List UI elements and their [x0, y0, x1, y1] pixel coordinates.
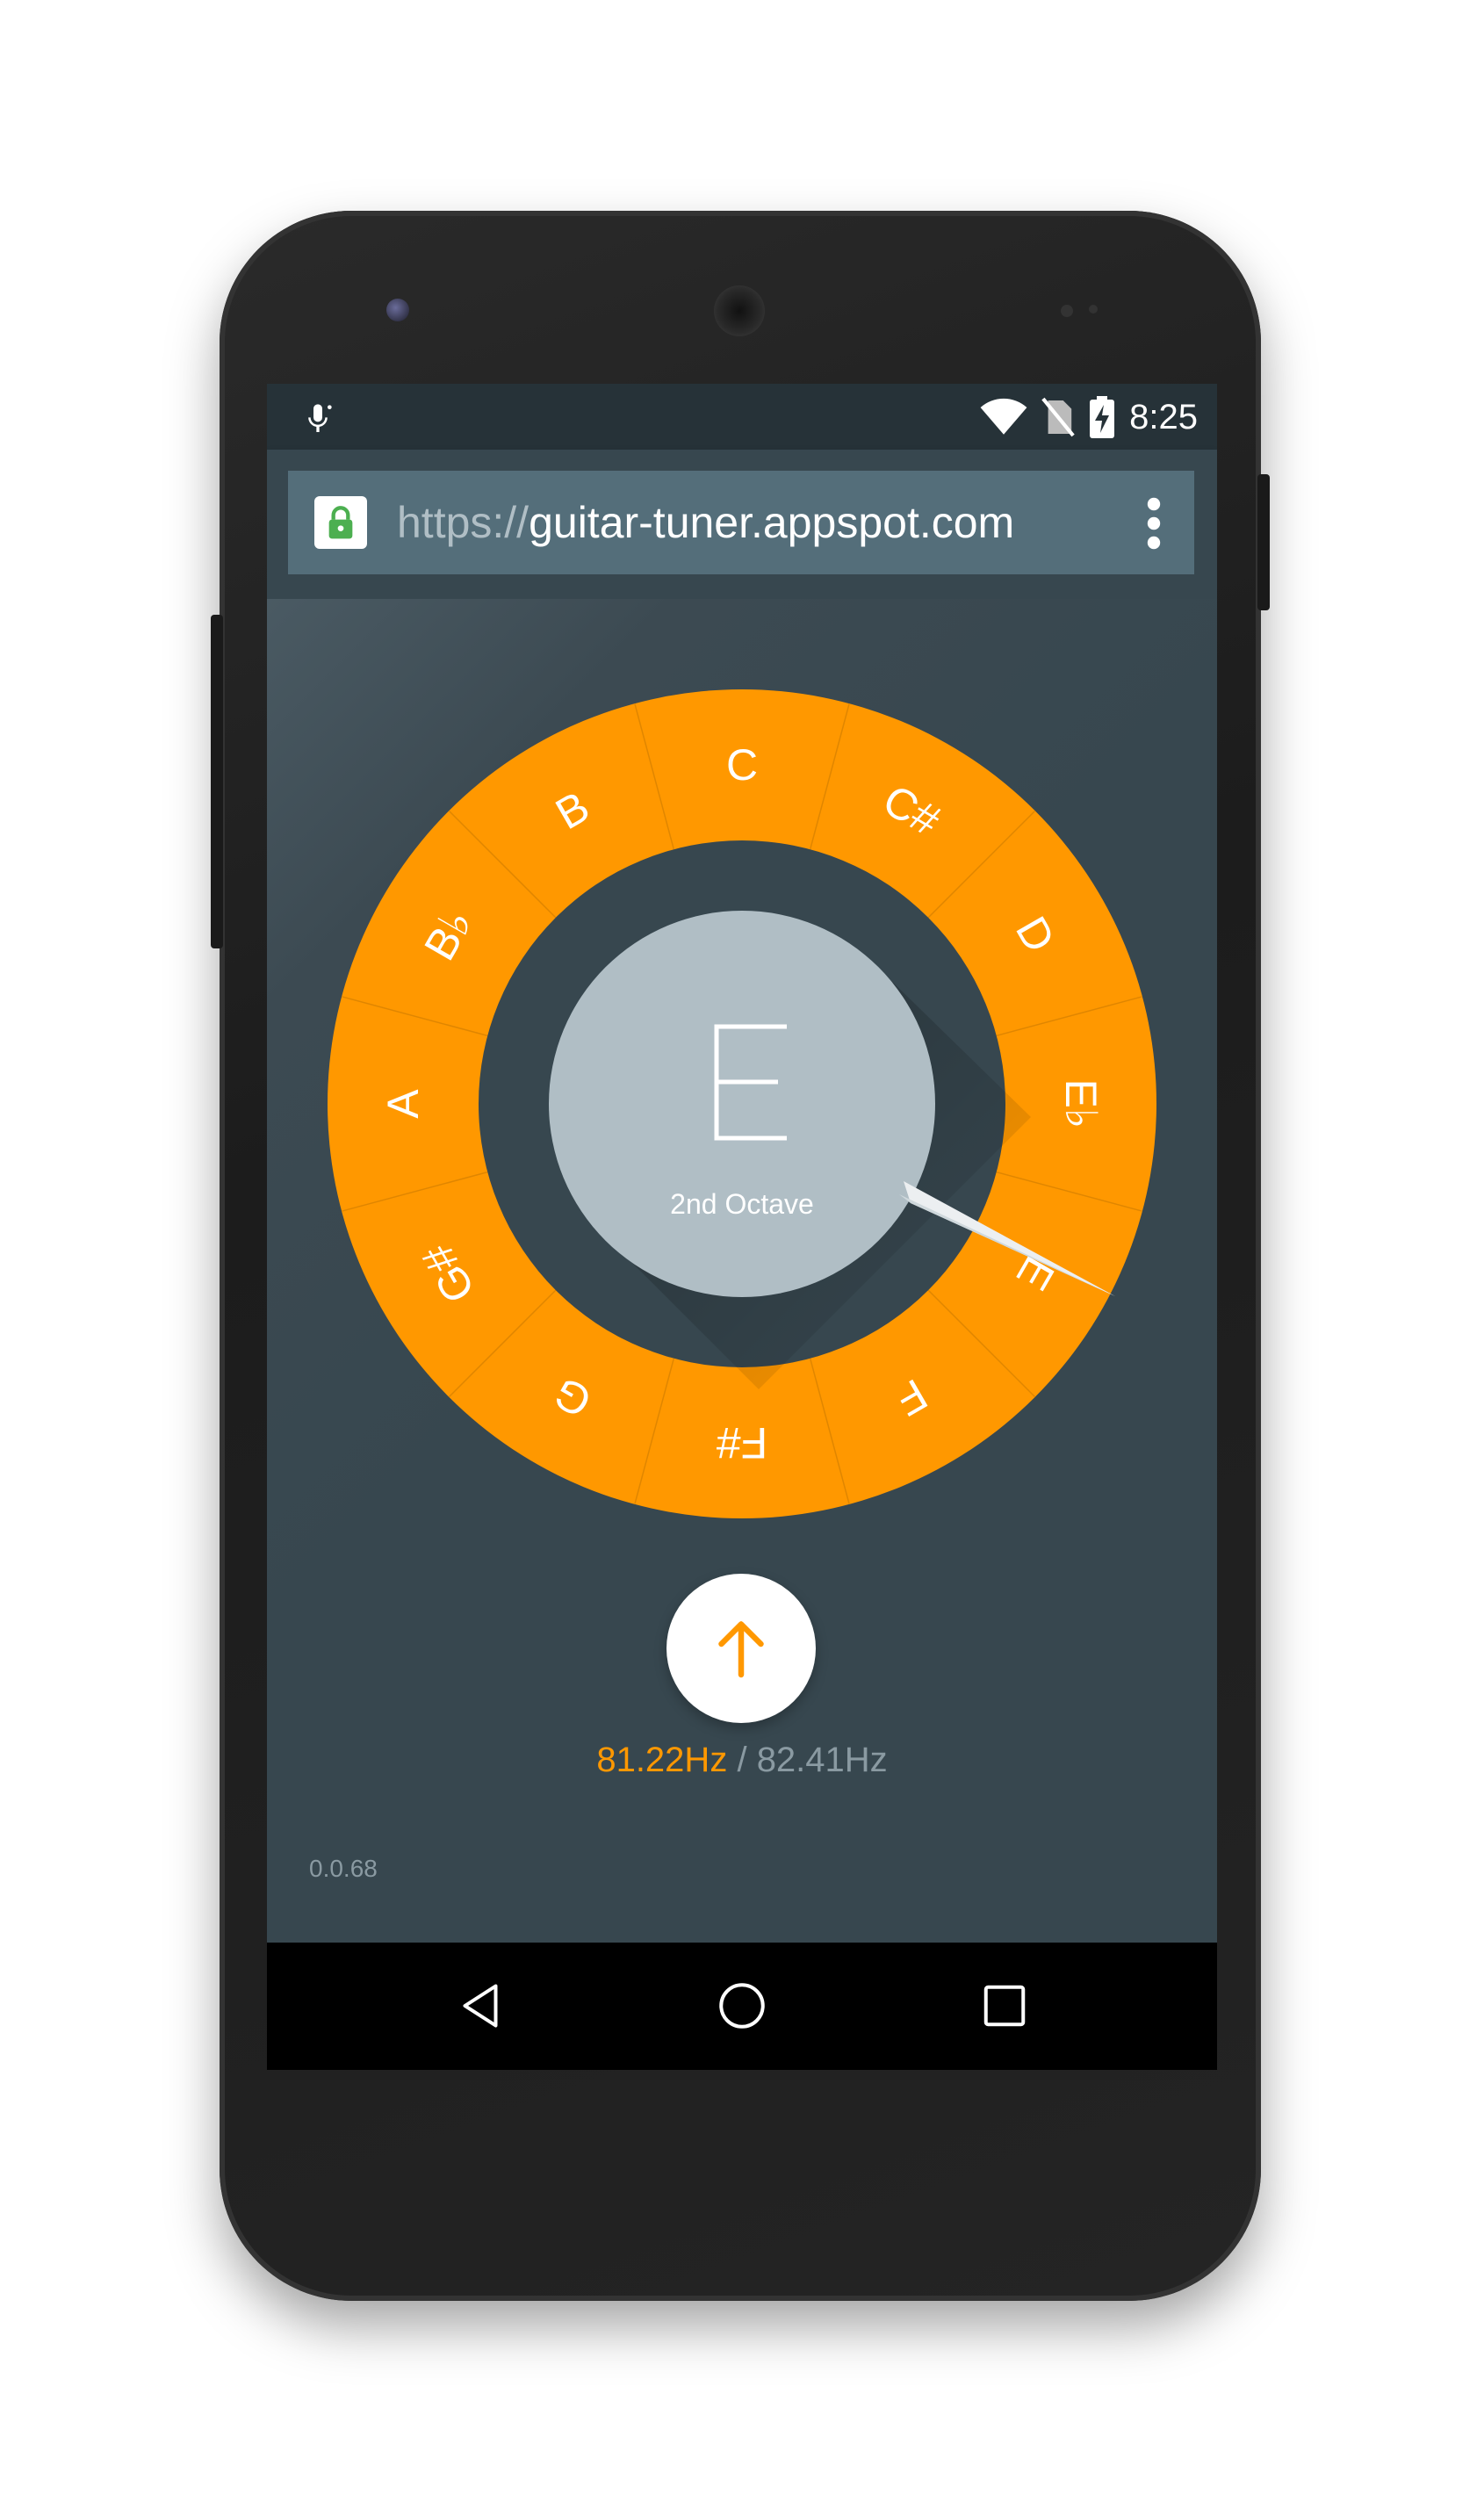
back-icon[interactable] — [454, 1979, 507, 2032]
light-sensor — [1089, 305, 1098, 314]
status-bar: 8:25 — [267, 384, 1217, 450]
browser-toolbar: https://guitar-tuner.appspot.com — [267, 450, 1217, 599]
url-host: guitar-tuner.appspot.com — [529, 498, 1015, 547]
microphone-icon — [308, 404, 332, 432]
home-icon[interactable] — [716, 1979, 768, 2032]
recents-icon[interactable] — [978, 1979, 1031, 2032]
arrow-up-icon — [718, 1621, 764, 1678]
proximity-sensor — [1061, 305, 1073, 317]
note-label[interactable]: F# — [717, 1418, 768, 1467]
frequency-readout: 81.22Hz / 82.41Hz — [267, 1741, 1217, 1780]
frequency-separator: / — [737, 1741, 747, 1779]
lock-icon[interactable] — [314, 496, 367, 549]
url-scheme: https:// — [397, 498, 529, 547]
power-button — [1257, 474, 1270, 610]
battery-charging-icon — [1090, 396, 1115, 438]
direction-button[interactable] — [666, 1574, 816, 1723]
current-note-label: E — [739, 1119, 746, 1128]
note-label[interactable]: C — [726, 740, 758, 789]
version-label: 0.0.68 — [309, 1855, 378, 1882]
more-vert-icon[interactable] — [1145, 497, 1163, 550]
front-camera — [386, 299, 409, 321]
phone-screen: 8:25 https://guitar-tuner.appspot.com C … — [267, 384, 1217, 2070]
center-note-circle — [549, 911, 935, 1297]
status-time: 8:25 — [1129, 397, 1198, 436]
tuner-dial: CC#DE♭EFF#GG#AB♭B E 2nd Octave — [328, 689, 1156, 1518]
address-bar[interactable]: https://guitar-tuner.appspot.com — [288, 471, 1194, 574]
target-frequency: 82.41Hz — [756, 1741, 888, 1779]
volume-button — [211, 615, 223, 948]
url-text[interactable]: https://guitar-tuner.appspot.com — [397, 497, 1014, 548]
current-frequency: 81.22Hz — [596, 1741, 728, 1779]
no-sim-icon — [1041, 397, 1075, 437]
note-label[interactable]: A — [378, 1089, 428, 1119]
earpiece-speaker — [714, 285, 765, 336]
navigation-bar — [267, 1943, 1217, 2070]
tuner-area: C C# D E♭ E F F# G G# A B♭ B E 2nd Octave 81.22Hz /… — [267, 599, 1217, 1943]
octave-label: 2nd Octave — [670, 1188, 814, 1220]
wifi-icon — [980, 398, 1027, 435]
note-label[interactable]: E♭ — [1056, 1079, 1106, 1129]
